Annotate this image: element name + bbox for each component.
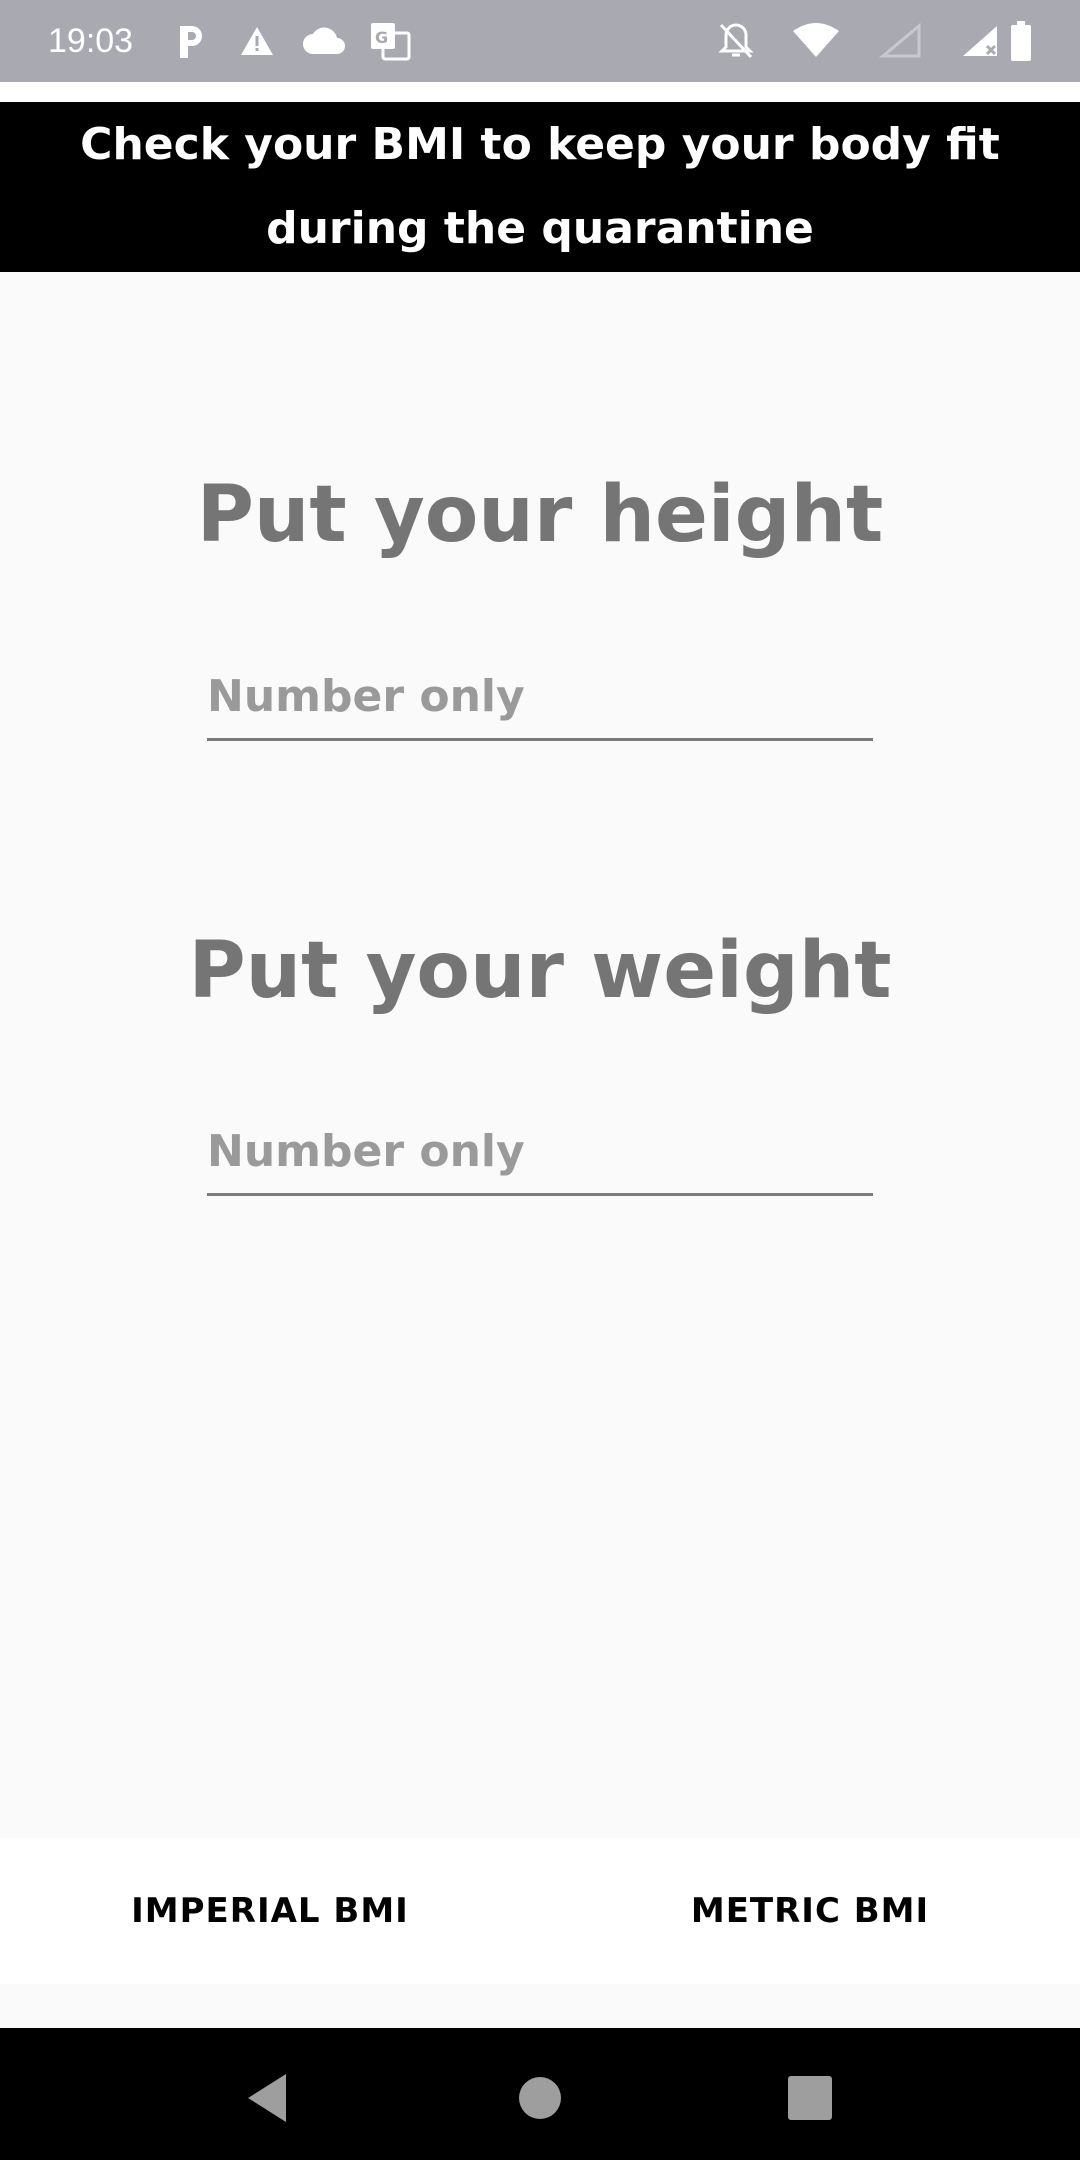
back-icon[interactable] — [237, 2068, 297, 2128]
header-banner: Check your BMI to keep your body fit dur… — [0, 102, 1080, 272]
notifications-off-icon — [716, 18, 756, 64]
tab-imperial-bmi[interactable]: IMPERIAL BMI — [0, 1838, 540, 1984]
signal-empty-icon — [876, 18, 926, 64]
svg-text:G: G — [375, 28, 388, 47]
wifi-icon — [790, 18, 842, 64]
tab-metric-bmi[interactable]: METRIC BMI — [540, 1838, 1080, 1984]
navigation-bar — [0, 2028, 1080, 2160]
height-title: Put your height — [196, 470, 884, 560]
signal-icon — [958, 18, 1002, 64]
height-input[interactable] — [207, 665, 873, 741]
translate-icon: G — [368, 18, 412, 64]
status-bar: 19:03 G — [0, 0, 1080, 82]
banner-text: Check your BMI to keep your body fit dur… — [80, 119, 1000, 254]
parking-icon — [176, 18, 206, 64]
recents-icon[interactable] — [780, 2068, 840, 2128]
tabs-spacer — [0, 1984, 1080, 2028]
home-icon[interactable] — [510, 2068, 570, 2128]
weight-title: Put your weight — [188, 926, 892, 1016]
cloud-icon — [300, 18, 348, 64]
status-time: 19:03 — [48, 22, 134, 60]
status-gap — [0, 82, 1080, 102]
warning-icon — [238, 18, 276, 64]
bmi-tabs: IMPERIAL BMI METRIC BMI — [0, 1838, 1080, 1984]
battery-icon — [1008, 18, 1034, 64]
weight-input[interactable] — [207, 1120, 873, 1196]
